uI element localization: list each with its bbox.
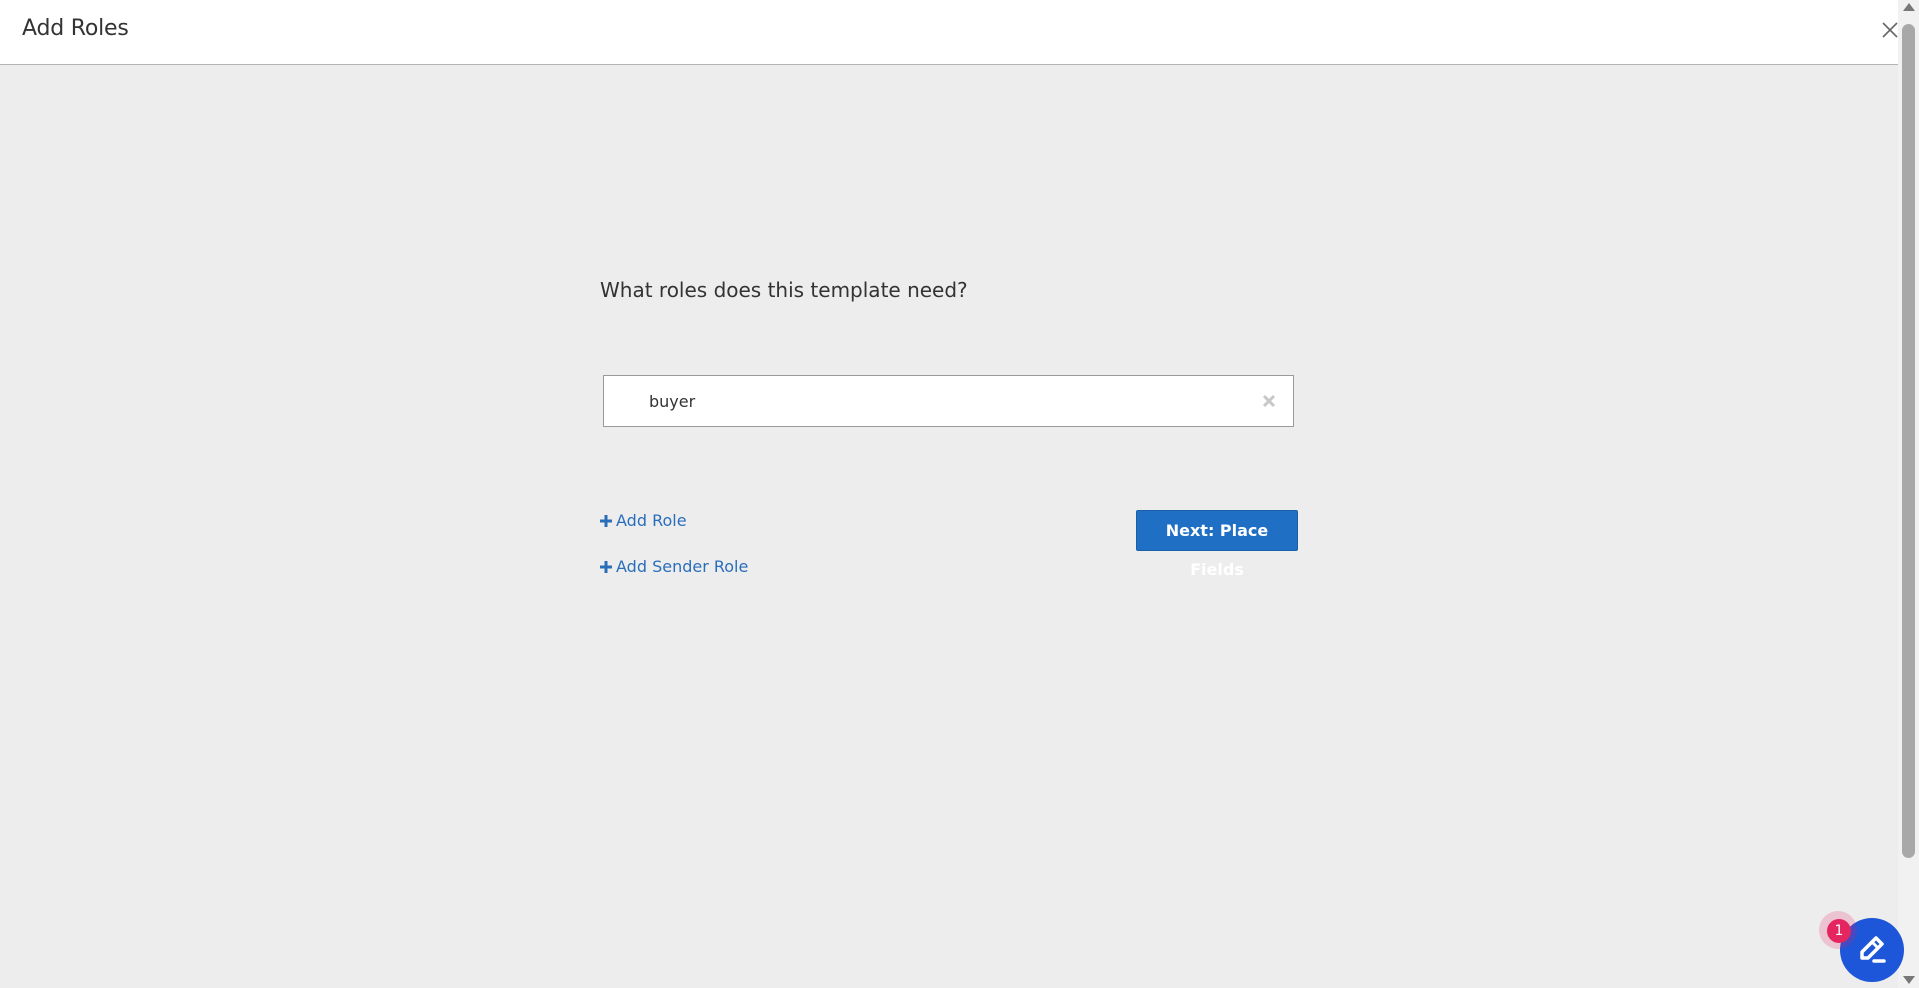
remove-role-icon[interactable] (1261, 393, 1277, 409)
add-role-link[interactable]: Add Role (600, 511, 687, 530)
edit-pen-icon (1860, 936, 1886, 963)
scroll-down-arrow-icon[interactable] (1903, 976, 1915, 984)
next-place-fields-button[interactable]: Next: Place Fields (1136, 510, 1298, 579)
roles-question: What roles does this template need? (600, 278, 968, 302)
add-role-label: Add Role (616, 511, 687, 530)
add-sender-role-label: Add Sender Role (616, 557, 749, 576)
notification-badge: 1 (1819, 911, 1857, 949)
plus-icon (600, 514, 612, 527)
plus-icon (600, 560, 612, 573)
scroll-up-arrow-icon[interactable] (1903, 3, 1915, 11)
vertical-scrollbar[interactable] (1898, 0, 1919, 988)
modal-title: Add Roles (22, 16, 129, 41)
notification-count: 1 (1827, 919, 1851, 943)
role-input-container (603, 375, 1294, 427)
role-name-input[interactable] (649, 388, 1229, 414)
add-sender-role-link[interactable]: Add Sender Role (600, 557, 748, 576)
close-icon[interactable] (1881, 21, 1899, 39)
scrollbar-thumb[interactable] (1902, 24, 1915, 858)
modal-header: Add Roles (0, 0, 1898, 65)
